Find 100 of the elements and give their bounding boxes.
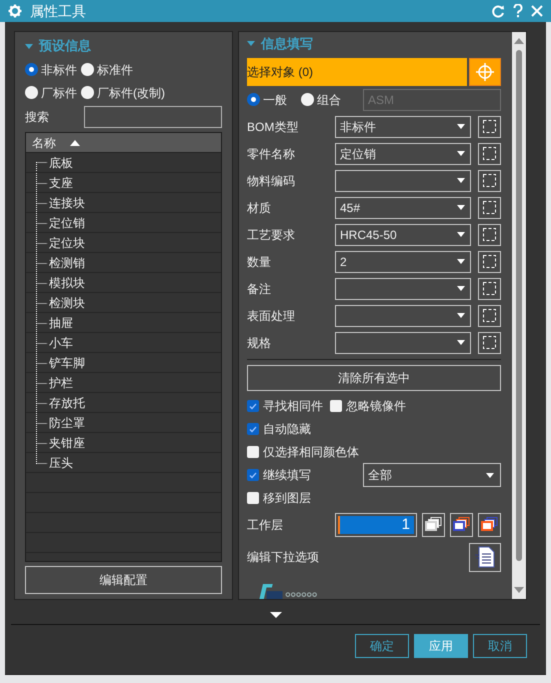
checkbox-option[interactable]: 仅选择相同颜色体 <box>247 443 359 462</box>
dropdown[interactable]: 2 <box>335 250 471 273</box>
radio-button[interactable] <box>81 63 94 76</box>
table-row[interactable]: 存放托 <box>26 393 221 413</box>
checkbox-option[interactable]: 寻找相同件 <box>247 397 323 416</box>
select-button[interactable] <box>478 170 502 192</box>
table-row[interactable]: 护栏 <box>26 373 221 393</box>
refresh-icon[interactable] <box>492 4 505 18</box>
edit-config-button[interactable]: 编辑配置 <box>25 566 222 594</box>
select-button[interactable] <box>478 196 502 219</box>
column-header[interactable]: 名称 <box>26 133 221 153</box>
window-title: 属性工具 <box>30 2 86 20</box>
table-row[interactable]: 底板 <box>26 153 221 173</box>
tree-line <box>36 232 47 252</box>
layer-button[interactable] <box>422 512 446 537</box>
table-row[interactable]: 铲车脚 <box>26 353 221 373</box>
radio-button[interactable] <box>81 86 94 99</box>
crosshair-button[interactable] <box>469 58 502 86</box>
edit-options-button[interactable] <box>469 542 502 572</box>
work-layer-field[interactable]: 1 <box>335 512 417 537</box>
dropdown[interactable] <box>335 170 471 192</box>
clear-selection-button[interactable]: 清除所有选中 <box>247 364 502 391</box>
radio-button[interactable] <box>247 93 260 106</box>
checkbox[interactable] <box>247 423 259 436</box>
checkbox-option[interactable]: 继续填写 <box>247 466 311 484</box>
select-button[interactable] <box>478 304 502 327</box>
table-row[interactable]: 模拟块 <box>26 273 221 293</box>
radio-option[interactable]: 厂标件 <box>25 83 77 102</box>
select-button[interactable] <box>478 250 502 273</box>
checkbox[interactable] <box>247 400 259 412</box>
gear-icon <box>8 4 22 18</box>
select-button[interactable] <box>478 278 502 300</box>
dropdown[interactable] <box>335 332 471 354</box>
tree-line <box>36 272 47 292</box>
radio-option[interactable]: 厂标件(改制) <box>81 83 165 102</box>
item-label: 支座 <box>49 174 73 192</box>
expand-icon[interactable] <box>270 612 282 618</box>
field-label: 材质 <box>247 200 272 217</box>
table-row[interactable]: 防尘罩 <box>26 413 221 433</box>
help-icon[interactable] <box>513 4 523 18</box>
table-row[interactable]: 定位块 <box>26 233 221 253</box>
layer-button[interactable] <box>450 512 474 537</box>
checkbox-option[interactable]: 忽略镜像件 <box>330 397 406 416</box>
radio-option[interactable]: 标准件 <box>81 60 165 79</box>
layer-button[interactable] <box>478 512 502 537</box>
select-button[interactable] <box>478 116 502 138</box>
radio-option[interactable]: 组合 <box>301 90 341 110</box>
table-row[interactable]: 压头 <box>26 453 221 473</box>
search-field[interactable] <box>84 106 222 128</box>
tree-line <box>36 252 47 272</box>
dropdown[interactable]: HRC45-50 <box>335 224 471 246</box>
table-row[interactable]: 定位销 <box>26 213 221 233</box>
caret-icon <box>457 340 465 346</box>
document-icon <box>475 546 496 568</box>
select-button[interactable] <box>478 332 502 354</box>
checkbox[interactable] <box>330 400 342 412</box>
table-row[interactable]: 检测块 <box>26 293 221 313</box>
dropdown[interactable]: 非标件 <box>335 116 471 138</box>
table-row[interactable]: 检测销 <box>26 253 221 273</box>
scrollbar[interactable] <box>512 32 526 599</box>
dropdown[interactable] <box>335 304 471 327</box>
caret-icon <box>457 286 465 292</box>
scroll-thumb[interactable] <box>516 50 522 561</box>
dropdown[interactable] <box>335 278 471 300</box>
checkbox[interactable] <box>247 446 259 458</box>
radio-option[interactable]: 一般 <box>247 90 287 110</box>
radio-button[interactable] <box>25 86 38 99</box>
radio-option[interactable]: 非标件 <box>25 60 77 79</box>
radio-button[interactable] <box>25 63 38 76</box>
dialog-button[interactable]: 确定 <box>355 634 409 658</box>
table-row[interactable]: 夹钳座 <box>26 433 221 453</box>
dropdown[interactable]: 全部 <box>363 463 502 488</box>
checkbox[interactable] <box>247 469 259 482</box>
dropdown[interactable]: 45# <box>335 196 471 219</box>
select-object-bar[interactable]: 选择对象 (0) <box>247 58 468 86</box>
dropdown[interactable]: 定位销 <box>335 142 471 165</box>
checkbox-option[interactable]: 移到图层 <box>247 489 311 508</box>
tree-line <box>36 332 47 352</box>
table-row[interactable]: 抽屉 <box>26 313 221 333</box>
collapse-icon[interactable] <box>247 41 255 46</box>
radio-button[interactable] <box>301 93 314 106</box>
select-button[interactable] <box>478 142 502 165</box>
caret-icon <box>457 259 465 264</box>
scroll-down-icon[interactable] <box>514 587 524 593</box>
table-row[interactable]: 连接块 <box>26 193 221 213</box>
item-label: 检测块 <box>49 294 85 312</box>
item-label: 护栏 <box>49 374 73 392</box>
close-icon[interactable] <box>531 5 543 17</box>
select-button[interactable] <box>478 224 502 246</box>
item-label: 铲车脚 <box>49 354 85 372</box>
dialog-button[interactable]: 取消 <box>473 634 527 658</box>
caret-icon <box>457 313 465 318</box>
table-row[interactable]: 支座 <box>26 173 221 193</box>
section-title: 预设信息 <box>39 37 91 56</box>
table-row[interactable]: 小车 <box>26 333 221 353</box>
checkbox[interactable] <box>247 492 259 504</box>
checkbox-option[interactable]: 自动隐藏 <box>247 420 311 438</box>
field-label: BOM类型 <box>247 118 300 136</box>
scroll-up-icon[interactable] <box>514 38 524 44</box>
collapse-icon[interactable] <box>25 44 33 48</box>
